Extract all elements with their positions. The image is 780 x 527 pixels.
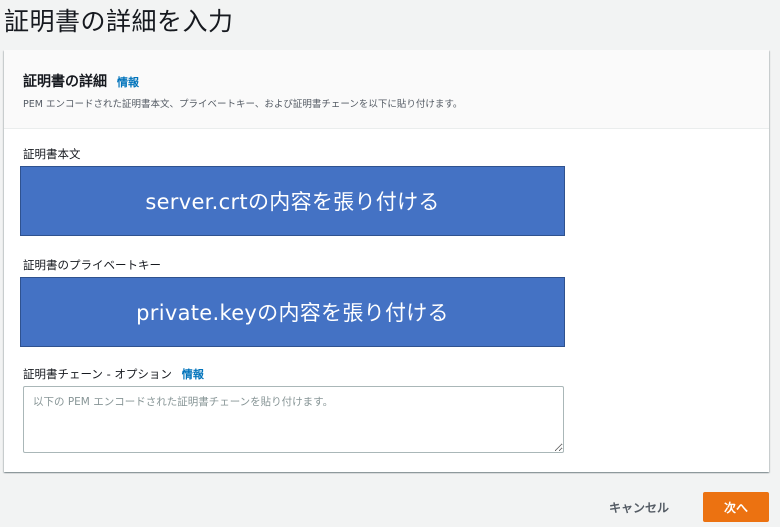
certificate-details-panel: 証明書の詳細 情報 PEM エンコードされた証明書本文、プライベートキー、および証… (4, 50, 769, 472)
private-key-overlay[interactable]: private.keyの内容を張り付ける (20, 277, 565, 347)
certificate-body-overlay[interactable]: server.crtの内容を張り付ける (20, 166, 565, 236)
panel-description: PEM エンコードされた証明書本文、プライベートキー、および証明書チェーンを以下… (23, 99, 463, 110)
panel-info-link[interactable]: 情報 (117, 76, 139, 89)
panel-title-text: 証明書の詳細 (23, 74, 107, 90)
certificate-chain-label-text: 証明書チェーン - オプション (23, 367, 172, 381)
chain-info-link[interactable]: 情報 (182, 368, 204, 381)
page-title: 証明書の詳細を入力 (4, 7, 234, 36)
panel-title: 証明書の詳細 情報 (23, 71, 139, 91)
certificate-chain-input[interactable] (23, 386, 564, 453)
panel-header: 証明書の詳細 情報 PEM エンコードされた証明書本文、プライベートキー、および証… (4, 50, 769, 129)
certificate-chain-label: 証明書チェーン - オプション 情報 (23, 366, 204, 382)
next-button[interactable]: 次へ (703, 492, 769, 522)
private-key-label: 証明書のプライベートキー (23, 258, 161, 272)
certificate-body-label: 証明書本文 (23, 147, 81, 161)
cancel-button[interactable]: キャンセル (597, 492, 681, 522)
